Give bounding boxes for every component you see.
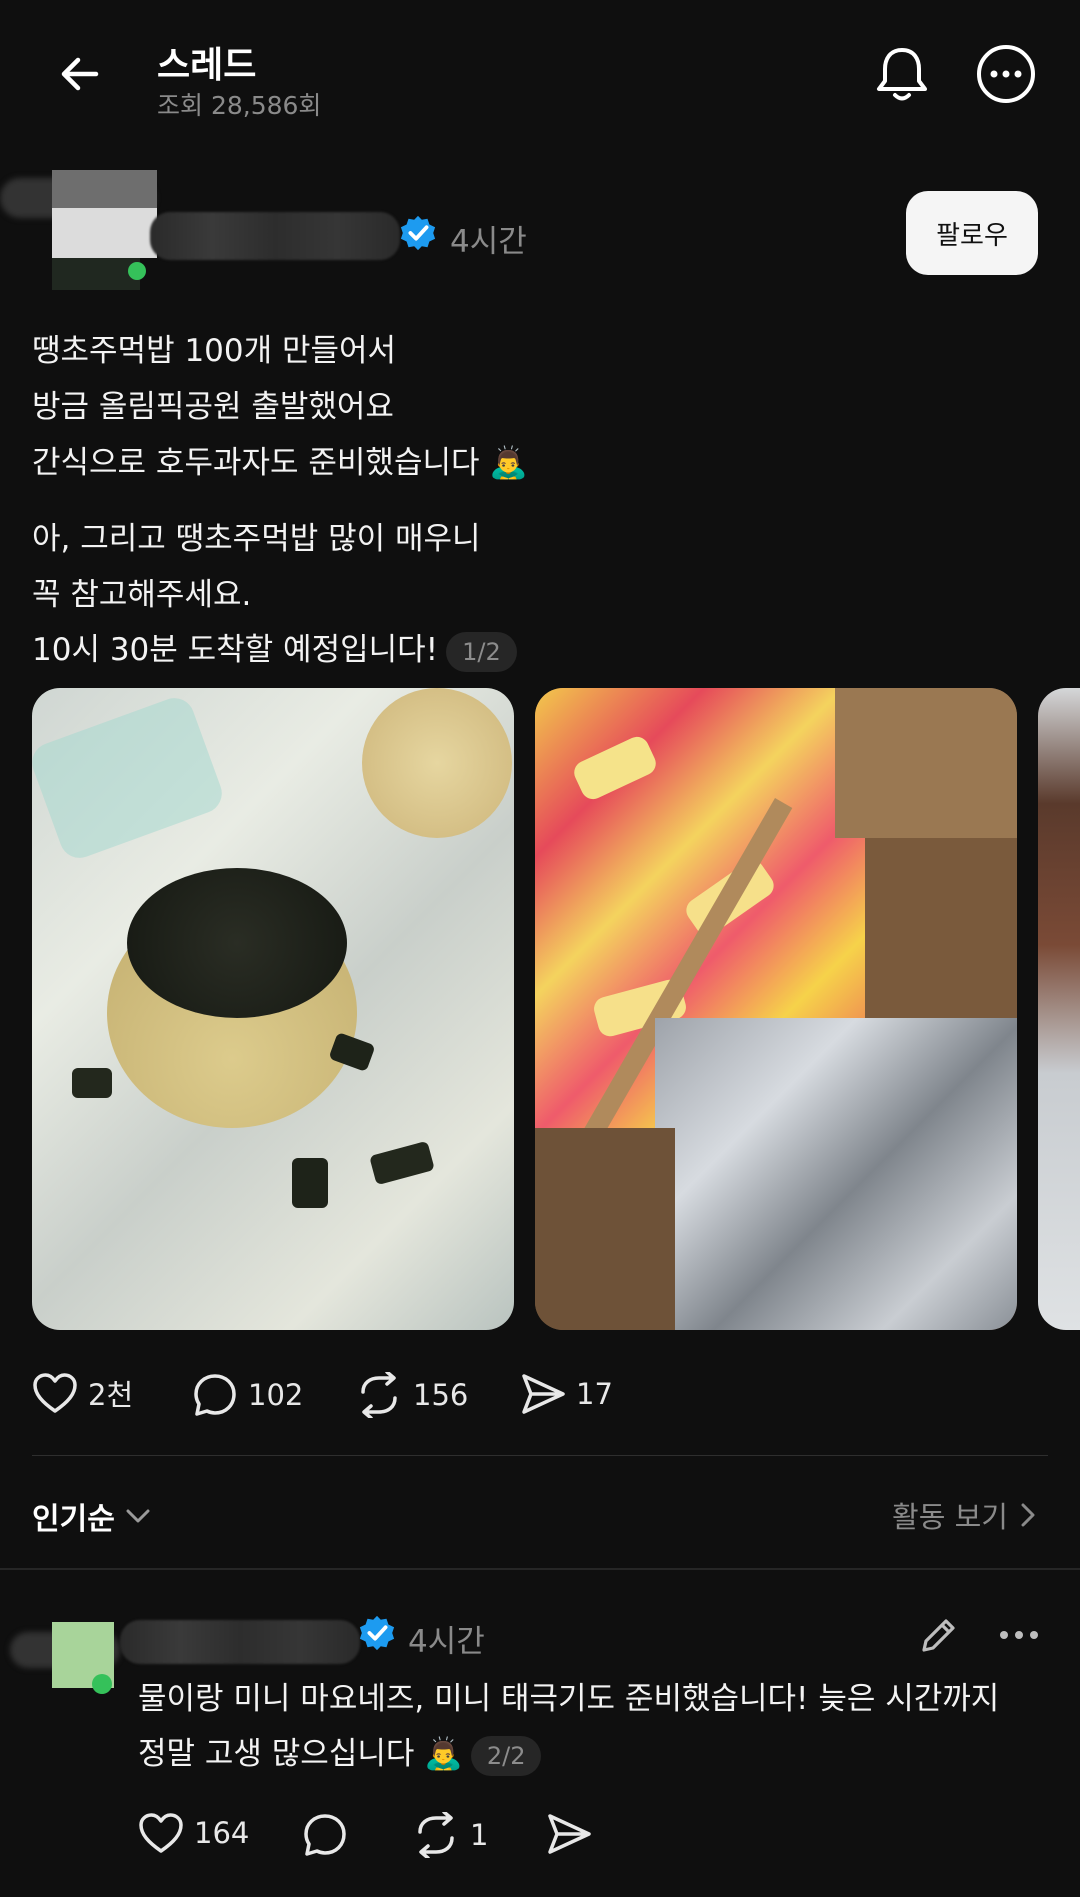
verified-icon: [359, 1615, 395, 1651]
reply-like-count: 164: [194, 1816, 250, 1850]
section-divider: [0, 1568, 1080, 1570]
notification-button[interactable]: [872, 44, 932, 104]
post-time: 4시간: [450, 224, 527, 260]
post-text-line: 땡초주먹밥 100개 만들어서: [32, 333, 397, 369]
sort-label: 인기순: [32, 1502, 115, 1537]
sort-dropdown[interactable]: 인기순: [32, 1494, 151, 1538]
comment-icon: [304, 1814, 346, 1856]
reply-share-button[interactable]: [546, 1812, 592, 1856]
page-title: 스레드: [157, 45, 257, 86]
back-button[interactable]: [50, 44, 110, 104]
username-redacted[interactable]: [150, 212, 400, 260]
verified-badge: [399, 214, 437, 256]
more-circle-icon: [977, 45, 1035, 103]
reply-more-button[interactable]: [994, 1610, 1044, 1660]
more-options-button[interactable]: [976, 44, 1036, 104]
reply-repost-count: 1: [470, 1818, 489, 1852]
photo-partial-third[interactable]: [1038, 688, 1080, 1330]
divider: [32, 1455, 1048, 1456]
reply-avatar[interactable]: [10, 1612, 120, 1702]
activity-label: 활동 보기: [892, 1500, 1008, 1534]
comment-count: 102: [248, 1378, 304, 1412]
arrow-left-icon: [61, 57, 99, 91]
like-count: 2천: [88, 1378, 134, 1412]
heart-icon: [139, 1813, 183, 1853]
share-count: 17: [576, 1377, 613, 1411]
reply-repost-button[interactable]: 1: [412, 1812, 488, 1858]
follow-button[interactable]: 팔로우: [906, 191, 1038, 275]
reply-text-last: 정말 고생 많으십니다 🙇‍♂️: [138, 1736, 463, 1772]
reply-time: 4시간: [408, 1624, 485, 1660]
like-button[interactable]: 2천: [32, 1372, 133, 1414]
reply-username-redacted[interactable]: [120, 1620, 360, 1664]
share-button[interactable]: 17: [520, 1372, 613, 1416]
repost-count: 156: [413, 1378, 469, 1412]
view-activity-link[interactable]: 활동 보기: [892, 1494, 1036, 1536]
reply-like-button[interactable]: 164: [138, 1812, 249, 1854]
reply-verified-badge: [358, 1614, 396, 1656]
verified-icon: [400, 215, 436, 251]
reply-page-indicator: 2/2: [470, 1735, 542, 1776]
comment-icon: [194, 1374, 236, 1416]
post-text-line: 방금 올림픽공원 출발했어요: [32, 389, 394, 425]
chevron-down-icon: [126, 1509, 150, 1523]
send-icon: [522, 1374, 565, 1414]
reply-comment-button[interactable]: [302, 1812, 348, 1858]
heart-icon: [33, 1373, 77, 1413]
post-text-line: 꼭 참고해주세요.: [32, 577, 252, 613]
post-text-line: 10시 30분 도착할 예정입니다! 1/2: [32, 624, 517, 672]
reply-text-line: 정말 고생 많으십니다 🙇‍♂️ 2/2: [138, 1728, 542, 1776]
view-count: 조회 28,586회: [157, 91, 322, 120]
post-text-line: 간식으로 호두과자도 준비했습니다 🙇‍♂️: [32, 445, 528, 481]
repost-button[interactable]: 156: [355, 1372, 468, 1418]
post-text-line: 아, 그리고 땡초주먹밥 많이 매우니: [32, 521, 481, 557]
photo-snack-box[interactable]: [535, 688, 1017, 1330]
chevron-right-icon: [1021, 1503, 1035, 1527]
repost-icon: [418, 1812, 454, 1858]
bell-icon: [877, 48, 927, 101]
pencil-icon: [922, 1619, 955, 1652]
reply-text-line: 물이랑 미니 마요네즈, 미니 태극기도 준비했습니다! 늦은 시간까지: [138, 1681, 1000, 1717]
send-icon: [548, 1814, 591, 1854]
page-indicator: 1/2: [446, 631, 517, 672]
edit-button[interactable]: [914, 1610, 964, 1660]
photo-rice-ball[interactable]: [32, 688, 514, 1330]
repost-icon: [361, 1372, 397, 1418]
avatar[interactable]: [0, 170, 157, 290]
post-text-last: 10시 30분 도착할 예정입니다!: [32, 632, 439, 668]
more-horizontal-icon: [1000, 1631, 1038, 1639]
comment-button[interactable]: 102: [192, 1372, 303, 1418]
